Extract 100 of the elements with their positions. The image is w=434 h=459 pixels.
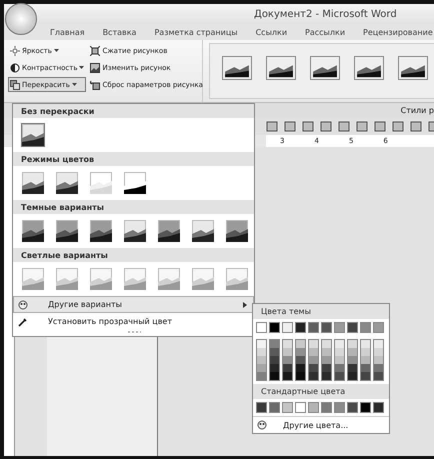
color-swatch[interactable] <box>296 364 305 372</box>
color-swatch[interactable] <box>322 364 331 372</box>
color-swatch[interactable] <box>322 372 331 380</box>
color-swatch[interactable] <box>270 364 279 372</box>
color-swatch[interactable] <box>374 356 383 364</box>
color-swatch[interactable] <box>295 402 306 413</box>
color-swatch[interactable] <box>309 356 318 364</box>
ribbon-tab[interactable]: Главная <box>50 28 85 36</box>
color-swatch[interactable] <box>309 364 318 372</box>
color-swatch[interactable] <box>257 340 266 348</box>
color-swatch[interactable] <box>347 322 358 333</box>
picture-style-thumbnail[interactable] <box>354 56 384 80</box>
color-swatch[interactable] <box>361 348 370 356</box>
toolbar-icon[interactable] <box>266 120 278 132</box>
toolbar-icon[interactable] <box>392 120 404 132</box>
color-swatch[interactable] <box>348 364 357 372</box>
color-swatch[interactable] <box>282 322 293 333</box>
color-swatch[interactable] <box>322 356 331 364</box>
color-swatch[interactable] <box>321 322 332 333</box>
color-swatch[interactable] <box>361 356 370 364</box>
color-swatch[interactable] <box>296 340 305 348</box>
color-swatch[interactable] <box>335 348 344 356</box>
color-swatch[interactable] <box>296 372 305 380</box>
picture-thumbnail <box>22 268 44 290</box>
picture-style-thumbnail[interactable] <box>222 56 252 80</box>
color-swatch[interactable] <box>374 348 383 356</box>
toolbar-icon[interactable] <box>302 120 314 132</box>
ribbon-tab[interactable]: Вставка <box>102 28 136 36</box>
color-swatch[interactable] <box>348 348 357 356</box>
color-swatch[interactable] <box>309 340 318 348</box>
color-swatch[interactable] <box>270 356 279 364</box>
color-swatch[interactable] <box>334 322 345 333</box>
color-swatch[interactable] <box>269 322 280 333</box>
color-swatch[interactable] <box>270 348 279 356</box>
color-swatch[interactable] <box>309 372 318 380</box>
picture-style-thumbnail[interactable] <box>310 56 340 80</box>
color-swatch[interactable] <box>335 364 344 372</box>
ribbon-tab[interactable]: Ссылки <box>256 28 288 36</box>
color-swatch[interactable] <box>361 372 370 380</box>
color-swatch[interactable] <box>257 364 266 372</box>
color-swatch[interactable] <box>296 348 305 356</box>
toolbar-icon[interactable] <box>338 120 350 132</box>
color-swatch[interactable] <box>322 340 331 348</box>
color-swatch[interactable] <box>373 402 384 413</box>
color-swatch[interactable] <box>283 356 292 364</box>
color-swatch[interactable] <box>335 372 344 380</box>
toolbar-icon[interactable] <box>410 120 422 132</box>
color-swatch[interactable] <box>295 322 306 333</box>
ribbon-tab[interactable]: Рецензирование <box>363 28 433 36</box>
color-swatch[interactable] <box>296 356 305 364</box>
toolbar-icon[interactable] <box>374 120 386 132</box>
color-swatch[interactable] <box>335 340 344 348</box>
color-swatch[interactable] <box>360 322 371 333</box>
color-swatch[interactable] <box>269 402 280 413</box>
picture-style-thumbnail[interactable] <box>266 56 296 80</box>
menu-item[interactable]: Другие цвета... <box>253 416 389 433</box>
color-swatch[interactable] <box>374 340 383 348</box>
toolbar-icon[interactable] <box>320 120 332 132</box>
color-swatch[interactable] <box>348 340 357 348</box>
color-swatch[interactable] <box>361 364 370 372</box>
color-swatch[interactable] <box>270 340 279 348</box>
color-swatch[interactable] <box>256 402 267 413</box>
color-swatch[interactable] <box>335 356 344 364</box>
color-swatch[interactable] <box>360 402 371 413</box>
picture-icon <box>10 80 20 90</box>
color-swatch[interactable] <box>373 322 384 333</box>
color-swatch[interactable] <box>283 364 292 372</box>
color-swatch[interactable] <box>282 402 293 413</box>
color-swatch[interactable] <box>283 372 292 380</box>
color-swatch[interactable] <box>374 372 383 380</box>
color-swatch[interactable] <box>257 356 266 364</box>
picture-thumbnail <box>90 268 112 290</box>
color-swatch[interactable] <box>256 322 267 333</box>
color-swatch[interactable] <box>270 372 279 380</box>
color-swatch[interactable] <box>322 348 331 356</box>
color-swatch[interactable] <box>347 402 358 413</box>
color-swatch[interactable] <box>308 322 319 333</box>
ribbon-tab[interactable]: Рассылки <box>305 28 346 36</box>
toolbar-icon[interactable] <box>284 120 296 132</box>
ribbon-tab[interactable]: Разметка страницы <box>154 28 238 36</box>
color-swatch[interactable] <box>283 340 292 348</box>
color-swatch[interactable] <box>257 372 266 380</box>
picture-style-thumbnail[interactable] <box>398 56 428 80</box>
color-swatch[interactable] <box>348 372 357 380</box>
color-swatch[interactable] <box>309 348 318 356</box>
sun-icon <box>10 46 20 56</box>
color-swatch[interactable] <box>334 402 345 413</box>
color-swatch[interactable] <box>283 348 292 356</box>
color-swatch[interactable] <box>321 402 332 413</box>
toolbar-icon[interactable] <box>356 120 368 132</box>
color-swatch[interactable] <box>308 402 319 413</box>
color-swatch[interactable] <box>348 356 357 364</box>
resize-grip-icon[interactable] <box>126 330 140 334</box>
window-title: Документ2 - Microsoft Word <box>254 8 397 20</box>
caret-icon <box>54 48 59 52</box>
menu-item[interactable]: Другие варианты <box>13 296 254 313</box>
color-swatch[interactable] <box>361 340 370 348</box>
picture-thumbnail <box>192 220 214 242</box>
color-swatch[interactable] <box>374 364 383 372</box>
color-swatch[interactable] <box>257 348 266 356</box>
